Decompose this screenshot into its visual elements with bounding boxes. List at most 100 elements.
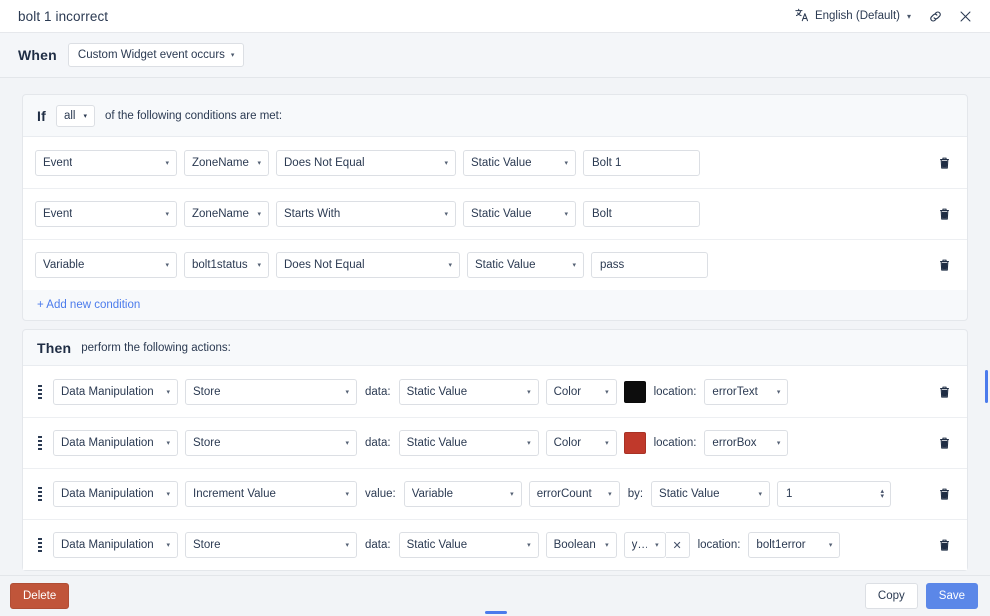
when-event-select[interactable]: Custom Widget event occurs ▾ <box>67 43 245 67</box>
action-value-source-label: Variable <box>411 488 454 500</box>
rule-editor-window: bolt 1 incorrect English (Default) ▾ Whe… <box>0 0 990 616</box>
condition-field-select[interactable]: ZoneName ▾ <box>184 149 269 176</box>
action-row: Data Manipulation ▾ Increment Value ▾ va… <box>23 468 967 519</box>
action-category-select[interactable]: Data Manipulation ▾ <box>53 481 178 507</box>
condition-source-label: Event <box>43 208 73 220</box>
conditions-rows: Event ▾ ZoneName ▾ Does Not Equal ▾ Stat… <box>23 136 967 290</box>
vertical-scrollbar[interactable] <box>985 370 988 403</box>
chevron-down-icon: ▾ <box>166 542 170 549</box>
stepper-down-icon[interactable]: ▾ <box>881 493 885 500</box>
condition-row: Variable ▾ bolt1status ▾ Does Not Equal … <box>23 239 967 290</box>
action-data-type-select[interactable]: Static Value ▾ <box>398 430 539 456</box>
action-value-type-select[interactable]: Boolean ▾ <box>545 532 617 558</box>
condition-source-select[interactable]: Variable ▾ <box>35 252 177 278</box>
close-icon[interactable] <box>954 5 976 27</box>
condition-source-label: Variable <box>43 259 85 271</box>
delete-button[interactable]: Delete <box>10 582 70 610</box>
action-category-select[interactable]: Data Manipulation ▾ <box>53 430 178 456</box>
condition-operator-label: Does Not Equal <box>284 156 365 169</box>
condition-field-select[interactable]: bolt1status ▾ <box>184 252 269 278</box>
chevron-down-icon: ▾ <box>166 491 170 498</box>
action-operation-select[interactable]: Store ▾ <box>185 532 357 558</box>
color-swatch[interactable] <box>623 432 646 454</box>
conditions-card: If all ▾ of the following conditions are… <box>22 94 968 321</box>
chevron-down-icon: ▾ <box>444 159 448 167</box>
page-title: bolt 1 incorrect <box>18 8 109 24</box>
condition-field-select[interactable]: ZoneName ▾ <box>184 201 269 227</box>
language-selector[interactable]: English (Default) ▾ <box>790 5 916 28</box>
trash-icon[interactable] <box>933 203 955 225</box>
action-category-select[interactable]: Data Manipulation ▾ <box>53 378 178 405</box>
action-location-select[interactable]: errorBox ▾ <box>704 430 789 456</box>
action-row: Data Manipulation ▾ Store ▾ data: Static… <box>23 417 967 468</box>
condition-value-type-label: Static Value <box>471 156 532 169</box>
condition-value-input[interactable]: pass <box>591 252 708 278</box>
link-icon[interactable] <box>924 5 946 27</box>
action-operation-select[interactable]: Store ▾ <box>185 430 357 456</box>
drag-handle-icon[interactable] <box>35 384 45 399</box>
condition-value-type-select[interactable]: Static Value ▾ <box>463 149 576 176</box>
when-keyword: When <box>18 47 57 63</box>
when-bar: When Custom Widget event occurs ▾ <box>0 33 990 78</box>
horizontal-scrollbar[interactable] <box>485 611 507 614</box>
drag-handle-icon[interactable] <box>35 538 45 553</box>
condition-value-input[interactable]: Bolt 1 <box>583 149 700 176</box>
condition-value-type-select[interactable]: Static Value ▾ <box>463 201 576 227</box>
drag-handle-icon[interactable] <box>35 436 45 451</box>
condition-source-select[interactable]: Event ▾ <box>35 201 177 227</box>
action-value-type-label: Color <box>553 437 582 449</box>
chevron-down-icon: ▾ <box>165 211 169 218</box>
chevron-down-icon: ▾ <box>345 491 349 498</box>
condition-row: Event ▾ ZoneName ▾ Does Not Equal ▾ Stat… <box>23 137 967 188</box>
then-keyword: Then <box>37 340 72 356</box>
condition-operator-select[interactable]: Starts With ▾ <box>276 201 456 227</box>
action-operation-select[interactable]: Increment Value ▾ <box>185 481 357 507</box>
condition-source-select[interactable]: Event ▾ <box>35 149 177 176</box>
trash-icon[interactable] <box>933 432 955 454</box>
action-boolean-select[interactable]: yes ▾ <box>623 532 666 558</box>
condition-operator-select[interactable]: Does Not Equal ▾ <box>276 149 456 176</box>
condition-value-input[interactable]: Bolt <box>583 201 700 227</box>
action-location-select[interactable]: errorText ▾ <box>704 378 789 405</box>
chevron-down-icon: ▾ <box>345 542 349 549</box>
match-mode-select[interactable]: all ▾ <box>55 105 95 127</box>
condition-operator-select[interactable]: Does Not Equal ▾ <box>276 252 460 278</box>
action-value-label: value: <box>365 488 396 500</box>
action-data-type-select[interactable]: Static Value ▾ <box>398 378 539 405</box>
action-by-type-select[interactable]: Static Value ▾ <box>651 481 771 507</box>
action-value-type-select[interactable]: Color ▾ <box>545 430 617 456</box>
action-category-select[interactable]: Data Manipulation ▾ <box>53 532 178 558</box>
chevron-down-icon: ▾ <box>166 388 170 396</box>
trash-icon[interactable] <box>933 534 955 556</box>
copy-button[interactable]: Copy <box>864 582 918 610</box>
action-location-label: location: <box>653 385 697 398</box>
chevron-down-icon: ▾ <box>564 211 568 218</box>
action-location-select[interactable]: bolt1error ▾ <box>748 532 841 558</box>
chevron-down-icon: ▾ <box>527 542 531 549</box>
action-category-label: Data Manipulation <box>61 539 154 551</box>
action-amount-stepper[interactable]: 1 ▴ ▾ <box>777 481 892 507</box>
add-new-condition-link[interactable]: + Add new condition <box>23 290 967 320</box>
actions-rows: Data Manipulation ▾ Store ▾ data: Static… <box>23 365 967 570</box>
trash-icon[interactable] <box>933 254 955 276</box>
action-data-type-select[interactable]: Static Value ▾ <box>398 532 539 558</box>
chevron-down-icon: ▾ <box>655 542 659 549</box>
action-operation-select[interactable]: Store ▾ <box>185 378 357 405</box>
chevron-down-icon: ▾ <box>165 159 169 167</box>
trash-icon[interactable] <box>933 483 955 505</box>
clear-value-icon[interactable]: ✕ <box>665 532 690 558</box>
chevron-down-icon: ▾ <box>345 440 349 447</box>
action-value-source-select[interactable]: Variable ▾ <box>403 481 522 507</box>
trash-icon[interactable] <box>933 381 955 403</box>
action-value-type-select[interactable]: Color ▾ <box>545 378 617 405</box>
stepper-arrows[interactable]: ▴ ▾ <box>881 488 885 500</box>
color-swatch[interactable] <box>623 380 646 403</box>
trash-icon[interactable] <box>933 152 955 174</box>
save-button[interactable]: Save <box>925 582 978 610</box>
chevron-down-icon: ▾ <box>572 262 576 269</box>
condition-value-type-select[interactable]: Static Value ▾ <box>467 252 584 278</box>
chevron-down-icon: ▾ <box>345 388 349 396</box>
drag-handle-icon[interactable] <box>35 487 45 502</box>
action-variable-select[interactable]: errorCount ▾ <box>528 481 620 507</box>
condition-value-text: pass <box>600 259 625 271</box>
